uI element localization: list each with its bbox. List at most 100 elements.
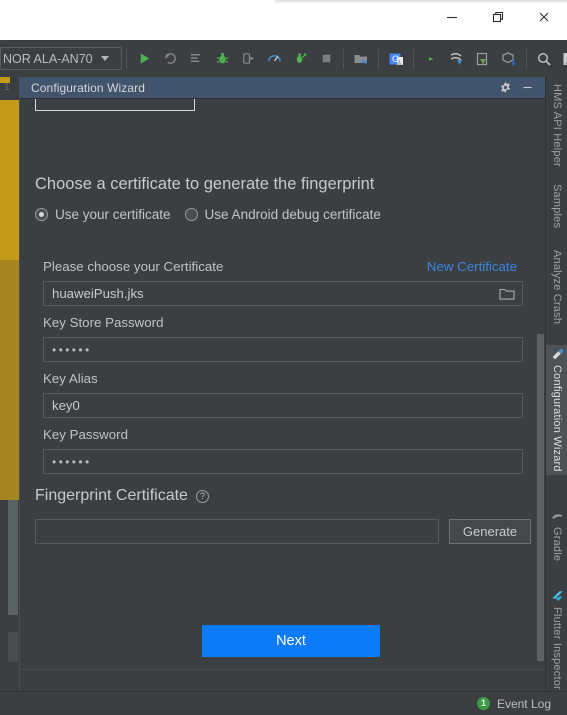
- field-key-password: Key Password ••••••: [43, 427, 523, 474]
- translate-icon: G: [389, 53, 403, 65]
- device-selector-dropdown[interactable]: NOR ALA-AN70: [0, 47, 122, 70]
- search-everywhere-button[interactable]: [531, 46, 557, 72]
- apply-code-changes-icon: [190, 54, 200, 63]
- field-label: Key Password: [43, 427, 128, 442]
- profiler-button[interactable]: [261, 46, 287, 72]
- layout-inspector-button[interactable]: [444, 46, 470, 72]
- run-with-coverage-button[interactable]: [287, 46, 313, 72]
- field-key-alias: Key Alias key0: [43, 371, 523, 418]
- flutter-icon: [551, 590, 564, 603]
- settings-gear-button[interactable]: [495, 78, 515, 98]
- wizard-scrollbar-track[interactable]: [536, 99, 545, 669]
- rerun-icon: [164, 53, 176, 64]
- wizard-scroll-area: Choose a certificate to generate the fin…: [19, 99, 545, 669]
- vtab-label: Flutter Inspector: [551, 607, 563, 690]
- radio-label: Use your certificate: [55, 207, 171, 222]
- input-value: key0: [52, 398, 80, 413]
- key-store-password-input[interactable]: ••••••: [43, 337, 523, 362]
- window-close-button[interactable]: [521, 0, 567, 33]
- event-log-badge: 1: [476, 697, 490, 710]
- field-key-store-password: Key Store Password ••••••: [43, 315, 523, 362]
- run-icon: [140, 53, 149, 64]
- fingerprint-section-header: Fingerprint Certificate ?: [35, 487, 209, 505]
- stop-button[interactable]: [313, 46, 339, 72]
- chevron-down-icon: [100, 56, 109, 61]
- help-question-icon[interactable]: ?: [195, 489, 209, 503]
- folder-icon[interactable]: [499, 287, 515, 301]
- sidebar-item-flutter-inspector[interactable]: Flutter Inspector: [546, 587, 567, 693]
- radio-label: Use Android debug certificate: [204, 207, 381, 222]
- radio-use-your-certificate[interactable]: Use your certificate: [35, 207, 171, 222]
- gutter-marker: [0, 260, 19, 500]
- stop-icon: [322, 54, 330, 63]
- sidebar-item-gradle[interactable]: Gradle: [546, 507, 567, 564]
- ide-main-toolbar: NOR ALA-AN70 G: [0, 40, 567, 77]
- section-title: Choose a certificate to generate the fin…: [35, 175, 375, 193]
- sdk-manager-button[interactable]: [348, 46, 374, 72]
- editor-scrollbar-thumb[interactable]: [8, 632, 18, 662]
- next-button[interactable]: Next: [202, 625, 380, 657]
- wizard-scrollbar-thumb[interactable]: [537, 334, 544, 661]
- sidebar-item-analyze-crash[interactable]: Analyze Crash: [546, 247, 567, 327]
- sidebar-item-samples[interactable]: Samples: [546, 181, 567, 231]
- toolbar-separator: [343, 48, 344, 69]
- sidebar-item-hms-api-helper[interactable]: HMS API Helper: [546, 81, 567, 170]
- profiler-icon: [267, 55, 281, 62]
- run-coverage-icon: [296, 53, 306, 63]
- avd-manager-button[interactable]: [418, 46, 444, 72]
- fingerprint-input[interactable]: [35, 519, 439, 544]
- key-password-input[interactable]: ••••••: [43, 449, 523, 474]
- window-restore-button[interactable]: [475, 0, 521, 33]
- new-certificate-link[interactable]: New Certificate: [427, 259, 517, 274]
- certificate-path-input[interactable]: huaweiPush.jks: [43, 281, 523, 306]
- key-alias-input[interactable]: key0: [43, 393, 523, 418]
- search-icon: [537, 52, 551, 66]
- generate-button[interactable]: Generate: [449, 519, 531, 544]
- hide-toolwindow-button[interactable]: [517, 78, 537, 98]
- toolwindow-header: Configuration Wizard: [19, 77, 545, 99]
- field-certificate: Please choose your Certificate New Certi…: [43, 259, 523, 306]
- restore-icon: [492, 11, 504, 22]
- app-root: NOR ALA-AN70 G 1 Configuration Wizard Ch…: [0, 0, 567, 715]
- fingerprint-title: Fingerprint Certificate: [35, 487, 188, 504]
- gutter-marker: [0, 100, 19, 260]
- toolbar-separator: [413, 48, 414, 69]
- device-file-explorer-icon: [476, 52, 488, 65]
- device-file-explorer-button[interactable]: [470, 46, 496, 72]
- settings-gear-icon: [500, 81, 510, 94]
- previous-field-clipped[interactable]: [35, 99, 195, 111]
- hide-icon: [522, 86, 532, 89]
- vtab-label: HMS API Helper: [551, 84, 563, 167]
- attach-debugger-button[interactable]: [235, 46, 261, 72]
- input-value: ••••••: [52, 342, 92, 357]
- input-value: huaweiPush.jks: [52, 286, 144, 301]
- radio-use-android-debug-certificate[interactable]: Use Android debug certificate: [184, 207, 381, 222]
- field-label: Key Alias: [43, 371, 98, 386]
- status-bar: 1 Event Log: [0, 691, 567, 715]
- apply-changes-button[interactable]: [157, 46, 183, 72]
- toolwindow-actions: [495, 78, 545, 98]
- editor-line-number: 1: [4, 82, 10, 93]
- toolbar-separator: [526, 48, 527, 69]
- input-value: ••••••: [52, 454, 92, 469]
- vtab-label: Gradle: [551, 527, 563, 562]
- fingerprint-row: Generate: [35, 519, 531, 544]
- account-button[interactable]: [557, 46, 567, 72]
- certificate-form: Please choose your Certificate New Certi…: [43, 259, 523, 483]
- apply-code-changes-button[interactable]: [183, 46, 209, 72]
- sidebar-item-configuration-wizard[interactable]: Configuration Wizard: [546, 345, 567, 475]
- build-apk-button[interactable]: [496, 46, 522, 72]
- sdk-manager-icon: [354, 54, 367, 63]
- event-log-button[interactable]: 1 Event Log: [476, 697, 551, 711]
- editor-scrollbar-thumb[interactable]: [8, 500, 18, 615]
- account-icon: [563, 52, 567, 65]
- close-icon: [539, 12, 549, 21]
- translate-button[interactable]: G: [383, 46, 409, 72]
- window-minimize-button[interactable]: [429, 0, 475, 33]
- debug-button[interactable]: [209, 46, 235, 72]
- run-button[interactable]: [131, 46, 157, 72]
- wizard-icon: [551, 348, 564, 361]
- certificate-option-group: Use your certificate Use Android debug c…: [35, 207, 381, 222]
- minimize-icon: [447, 16, 457, 18]
- field-label: Key Store Password: [43, 315, 164, 330]
